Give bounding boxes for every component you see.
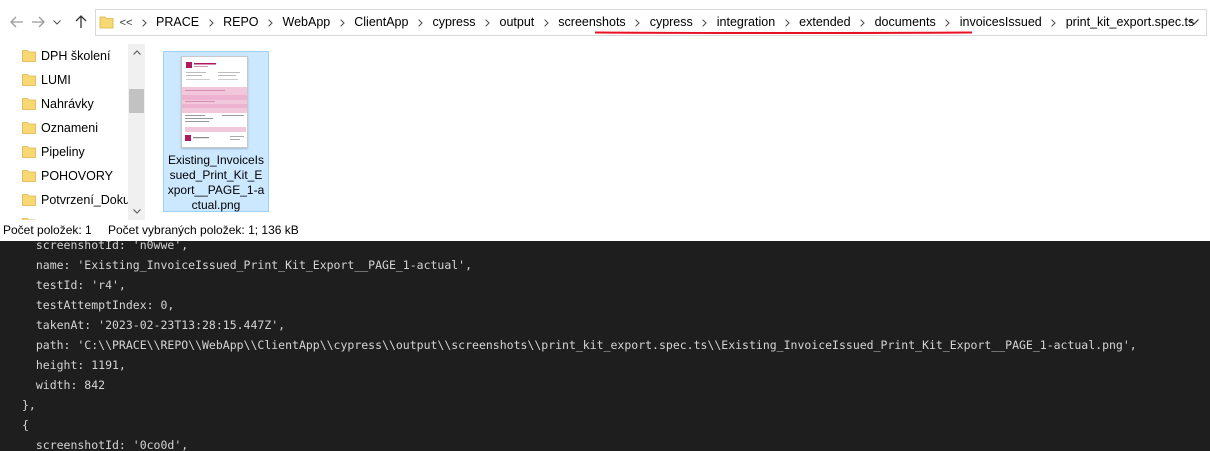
nav-pane-item[interactable]: Nahrávky bbox=[0, 92, 128, 116]
breadcrumb-item[interactable]: cypress bbox=[430, 10, 477, 35]
chevron-right-icon bbox=[1051, 18, 1057, 27]
scroll-down-button[interactable] bbox=[128, 203, 145, 220]
vertical-scrollbar[interactable] bbox=[128, 44, 145, 220]
breadcrumb-item[interactable]: REPO bbox=[221, 10, 260, 35]
folder-icon bbox=[22, 170, 36, 182]
file-name: Existing_InvoiceIssued_Print_Kit_Export_… bbox=[167, 153, 265, 212]
terminal-line: screenshotId: '0co0d', bbox=[22, 438, 189, 451]
nav-pane-item-label: Oznameni bbox=[41, 121, 98, 135]
breadcrumb-item[interactable]: WebApp bbox=[281, 10, 333, 35]
file-item[interactable]: Existing_InvoiceIssued_Print_Kit_Export_… bbox=[163, 51, 269, 212]
breadcrumb-separator[interactable] bbox=[478, 10, 498, 35]
chevron-right-icon bbox=[784, 18, 790, 27]
nav-pane-item[interactable]: Pipeliny bbox=[0, 140, 128, 164]
arrow-right-icon bbox=[32, 16, 45, 28]
nav-pane-item[interactable]: LUMI bbox=[0, 68, 128, 92]
nav-pane-item[interactable]: POHOVORY bbox=[0, 164, 128, 188]
folder-icon bbox=[22, 98, 36, 110]
up-button[interactable] bbox=[70, 10, 92, 34]
chevron-right-icon bbox=[418, 18, 423, 27]
terminal-line: name: 'Existing_InvoiceIssued_Print_Kit_… bbox=[22, 258, 473, 272]
chevron-down-icon[interactable] bbox=[1188, 16, 1200, 28]
breadcrumb-overflow[interactable]: << bbox=[118, 17, 134, 29]
selected-info: Počet vybraných položek: 1; 136 kB bbox=[108, 223, 299, 237]
nav-pane-item[interactable]: Potvrzení_Dokur bbox=[0, 188, 129, 212]
folder-icon bbox=[22, 194, 36, 206]
breadcrumb-separator[interactable] bbox=[261, 10, 281, 35]
breadcrumb-separator[interactable] bbox=[332, 10, 352, 35]
scroll-up-button[interactable] bbox=[128, 44, 145, 61]
chevron-right-icon bbox=[945, 18, 951, 27]
status-bar: Počet položek: 1 Počet vybraných položek… bbox=[0, 220, 1210, 241]
nav-pane-item-label: LUMI bbox=[41, 73, 71, 87]
breadcrumb-separator[interactable] bbox=[536, 10, 556, 35]
chevron-right-icon bbox=[702, 18, 708, 27]
folder-icon bbox=[99, 16, 114, 29]
file-thumbnail bbox=[181, 56, 248, 148]
breadcrumb-separator[interactable] bbox=[1044, 10, 1064, 35]
terminal-line: { bbox=[22, 418, 29, 432]
chevron-right-icon bbox=[635, 18, 640, 27]
breadcrumb-separator[interactable] bbox=[201, 10, 221, 35]
chevron-right-icon bbox=[268, 18, 273, 27]
navigation-bar: << PRACE REPO WebApp ClientApp cypress output… bbox=[0, 0, 1210, 44]
folder-icon bbox=[22, 146, 36, 158]
nav-pane-item-label: Pipeliny bbox=[41, 145, 85, 159]
scrollbar-thumb[interactable] bbox=[129, 89, 144, 113]
chevron-down-icon bbox=[53, 19, 61, 25]
arrow-left-icon bbox=[10, 16, 23, 28]
breadcrumb-separator[interactable] bbox=[410, 10, 430, 35]
folder-icon bbox=[22, 50, 36, 62]
breadcrumb-item[interactable]: PRACE bbox=[154, 10, 201, 35]
terminal-line: path: 'C:\\PRACE\\REPO\\WebApp\\ClientAp… bbox=[22, 338, 1137, 352]
terminal-line: takenAt: '2023-02-23T13:28:15.447Z', bbox=[22, 318, 286, 332]
image-thumbnail-icon bbox=[182, 57, 247, 147]
terminal-line: height: 1191, bbox=[22, 358, 126, 372]
nav-pane-item-label: DPH školení bbox=[41, 49, 111, 63]
chevron-right-icon bbox=[339, 18, 345, 27]
folder-icon bbox=[22, 122, 36, 134]
terminal-line: screenshotId: 'n0wwe', bbox=[22, 241, 189, 252]
forward-button[interactable] bbox=[27, 10, 49, 34]
nav-pane-item-label: Potvrzení_Dokur bbox=[41, 193, 129, 207]
item-count: Počet položek: 1 bbox=[3, 223, 92, 237]
recent-locations-button[interactable] bbox=[50, 10, 64, 34]
back-button[interactable] bbox=[6, 10, 28, 34]
nav-pane-item-label: POHOVORY bbox=[41, 169, 114, 183]
chevron-right-icon bbox=[543, 18, 549, 27]
chevron-right-icon bbox=[141, 18, 147, 27]
red-underline-annotation bbox=[595, 31, 972, 34]
terminal-line: }, bbox=[22, 398, 36, 412]
navigation-pane: DPH školení LUMI Nahrávky Oznameni Pipeliny P… bbox=[0, 44, 145, 230]
chevron-down-icon bbox=[132, 209, 141, 214]
nav-pane-item[interactable]: Oznameni bbox=[0, 116, 128, 140]
folder-icon bbox=[22, 74, 36, 86]
terminal-line: width: 842 bbox=[22, 378, 106, 392]
terminal-output: screenshotId: 'n0wwe', name: 'Existing_I… bbox=[0, 241, 1210, 451]
arrow-up-icon bbox=[75, 15, 87, 28]
terminal-line: testId: 'r4', bbox=[22, 278, 126, 292]
terminal-line: testAttemptIndex: 0, bbox=[22, 298, 175, 312]
chevron-right-icon bbox=[485, 18, 490, 27]
breadcrumb-separator[interactable] bbox=[134, 10, 154, 35]
chevron-right-icon bbox=[208, 18, 214, 27]
nav-pane-item-label: Nahrávky bbox=[41, 97, 94, 111]
breadcrumb-item[interactable]: output bbox=[498, 10, 537, 35]
chevron-up-icon bbox=[132, 50, 141, 55]
chevron-right-icon bbox=[860, 18, 865, 27]
breadcrumb-item[interactable]: print_kit_export.spec.ts bbox=[1064, 10, 1197, 35]
nav-pane-item[interactable]: DPH školení bbox=[0, 44, 128, 68]
file-list: Existing_InvoiceIssued_Print_Kit_Export_… bbox=[145, 44, 1210, 220]
breadcrumb-item[interactable]: ClientApp bbox=[352, 10, 410, 35]
